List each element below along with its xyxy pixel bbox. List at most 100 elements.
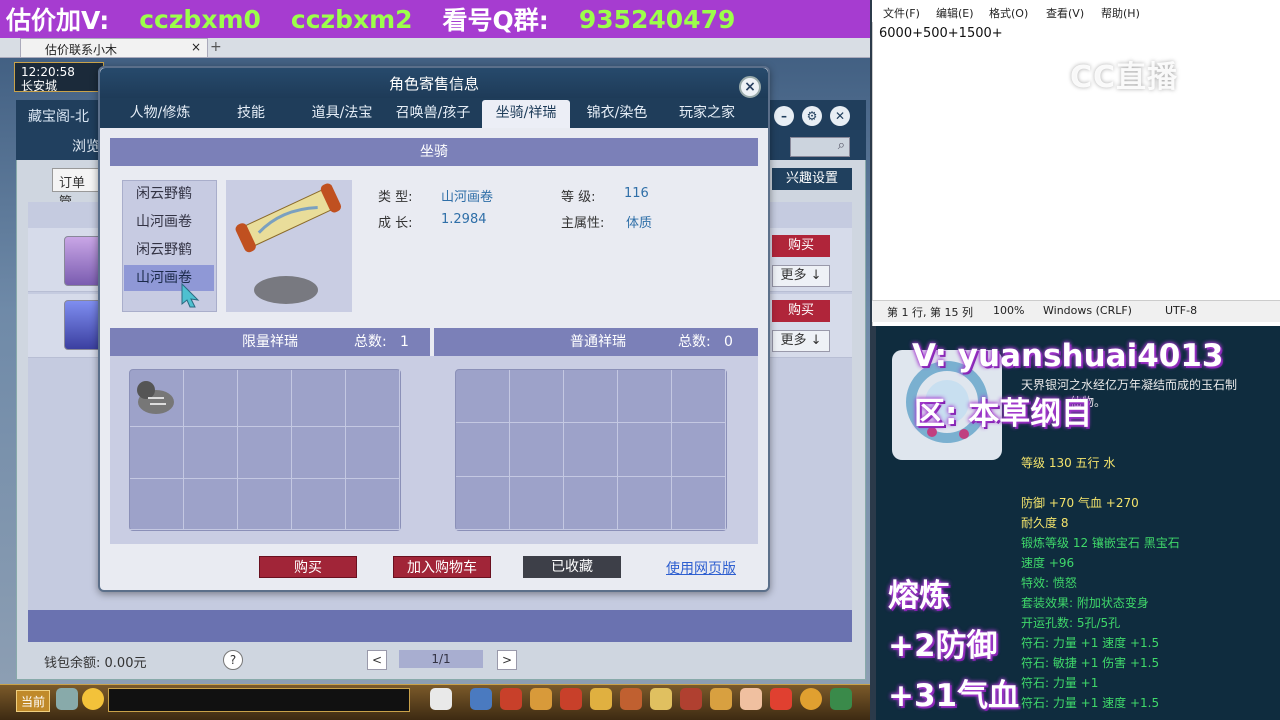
item-stat-11: 符石: 力量 +1 速度 +1.5 — [1021, 696, 1160, 710]
pet-icon[interactable] — [430, 688, 452, 710]
more-label: 更多 — [780, 333, 807, 348]
wallet-balance: 钱包余额: 0.00元 — [44, 652, 146, 671]
grid-slot[interactable] — [564, 370, 618, 424]
grid-slot[interactable] — [672, 423, 726, 477]
attack-icon[interactable] — [470, 688, 492, 710]
item-stat-8: 符石: 力量 +1 速度 +1.5 — [1021, 636, 1160, 650]
notepad-text-area[interactable]: 6000+500+1500+ — [879, 26, 1003, 41]
grid-slot[interactable] — [292, 370, 346, 427]
friend-icon[interactable] — [650, 688, 672, 710]
tab-home[interactable]: 玩家之家 — [664, 100, 750, 128]
emoji-icon[interactable] — [82, 688, 104, 710]
chat-input[interactable] — [108, 688, 410, 712]
tab-close-icon[interactable]: × — [191, 40, 201, 54]
grid-slot[interactable] — [510, 423, 564, 477]
grid-slot[interactable] — [510, 370, 564, 424]
tab-items[interactable]: 道具/法宝 — [300, 100, 384, 128]
add-to-cart-button[interactable]: 加入购物车 — [393, 556, 491, 578]
more-button[interactable]: 更多 ↓ — [772, 330, 830, 352]
dialog-buy-button[interactable]: 购买 — [259, 556, 357, 578]
quest-icon[interactable] — [620, 688, 642, 710]
menu-file[interactable]: 文件(F) — [883, 5, 920, 21]
banner-text-5: 935240479 — [578, 4, 736, 34]
settings-gear-icon[interactable]: ⚙ — [802, 106, 822, 126]
mount-list-item[interactable]: 闲云野鹤 — [124, 237, 214, 263]
help-icon[interactable]: ? — [223, 650, 243, 670]
system-icon[interactable] — [830, 688, 852, 710]
face-icon[interactable] — [800, 688, 822, 710]
nav-browse[interactable]: 浏览 — [72, 136, 100, 156]
prev-page-button[interactable]: < — [367, 650, 387, 670]
dialog-close-icon[interactable]: × — [739, 76, 761, 98]
grid-slot[interactable] — [510, 476, 564, 530]
menu-view[interactable]: 查看(V) — [1046, 5, 1084, 21]
grid-slot[interactable] — [238, 370, 292, 427]
grid-slot[interactable] — [292, 427, 346, 479]
grid-slot[interactable] — [184, 370, 238, 427]
order-manage-button[interactable]: 订单管 — [52, 168, 102, 210]
search-input[interactable]: ⌕ — [790, 137, 850, 157]
grid-slot[interactable] — [618, 423, 672, 477]
close-window-icon[interactable]: ✕ — [830, 106, 850, 126]
grid-slot[interactable] — [564, 423, 618, 477]
mic-icon[interactable] — [56, 688, 78, 710]
grid-slot[interactable] — [346, 427, 400, 479]
current-channel-button[interactable]: 当前 — [16, 690, 50, 712]
limited-count-label: 总数: — [354, 334, 387, 350]
mount-list-item[interactable]: 山河画卷 — [124, 209, 214, 235]
grid-slot[interactable] — [456, 476, 510, 530]
next-page-button[interactable]: > — [497, 650, 517, 670]
buy-button[interactable]: 购买 — [772, 235, 830, 257]
more-button[interactable]: 更多 ↓ — [772, 265, 830, 287]
grid-slot[interactable] — [618, 476, 672, 530]
item-stat-5: 特效: 愤怒 — [1021, 576, 1077, 590]
grid-slot[interactable] — [618, 370, 672, 424]
grid-slot[interactable] — [292, 478, 346, 530]
tab-skills[interactable]: 技能 — [212, 100, 290, 128]
favorited-button[interactable]: 已收藏 — [523, 556, 621, 578]
grid-slot[interactable] — [346, 478, 400, 530]
web-version-link[interactable]: 使用网页版 — [666, 558, 736, 578]
gift-icon[interactable] — [770, 688, 792, 710]
banner-text-1: 估价加V: — [6, 6, 110, 35]
grid-slot[interactable] — [238, 478, 292, 530]
growth-value: 1.2984 — [441, 212, 487, 227]
menu-format[interactable]: 格式(O) — [989, 5, 1028, 21]
grid-slot[interactable] — [456, 370, 510, 424]
trade-icon[interactable] — [680, 688, 702, 710]
interest-settings-button[interactable]: 兴趣设置 — [772, 168, 852, 190]
grid-slot[interactable] — [238, 427, 292, 479]
tab-outfits[interactable]: 锦衣/染色 — [574, 100, 660, 128]
grid-slot[interactable] — [184, 427, 238, 479]
tab-character[interactable]: 人物/修炼 — [112, 100, 208, 128]
grid-slot[interactable] — [672, 476, 726, 530]
mount-list-item[interactable]: 闲云野鹤 — [124, 181, 214, 207]
grid-slot[interactable] — [130, 370, 184, 427]
normal-grid — [455, 369, 727, 531]
menu-edit[interactable]: 编辑(E) — [936, 5, 974, 21]
grid-slot[interactable] — [346, 370, 400, 427]
tab-pets[interactable]: 召唤兽/孩子 — [388, 100, 478, 128]
search-icon[interactable]: ⌕ — [838, 138, 845, 153]
team-icon[interactable] — [560, 688, 582, 710]
grid-slot[interactable] — [130, 478, 184, 530]
main-attr-label: 主属性: — [561, 216, 605, 231]
grid-slot[interactable] — [130, 427, 184, 479]
buy-button[interactable]: 购买 — [772, 300, 830, 322]
browser-tab[interactable]: 估价联系小木 × — [20, 38, 208, 58]
peach-icon[interactable] — [740, 688, 762, 710]
grid-slot[interactable] — [456, 423, 510, 477]
tab-mounts[interactable]: 坐骑/祥瑞 — [482, 100, 570, 128]
grid-slot[interactable] — [564, 476, 618, 530]
banner-text-2: cczbxm0 — [139, 4, 261, 34]
bag-icon[interactable] — [530, 688, 552, 710]
clock-city: 长安城 — [21, 79, 58, 93]
guild-icon[interactable] — [590, 688, 612, 710]
item-icon[interactable] — [500, 688, 522, 710]
grid-slot[interactable] — [672, 370, 726, 424]
skill-icon[interactable] — [710, 688, 732, 710]
grid-slot[interactable] — [184, 478, 238, 530]
menu-help[interactable]: 帮助(H) — [1101, 5, 1140, 21]
minimize-icon[interactable]: – — [774, 106, 794, 126]
new-tab-button[interactable]: + — [210, 39, 222, 55]
